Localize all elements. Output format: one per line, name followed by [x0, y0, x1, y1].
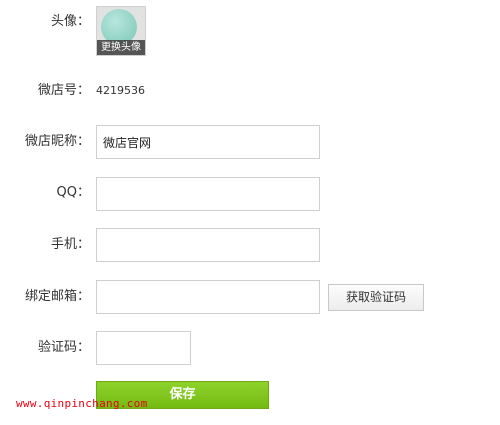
shop-name-input[interactable]	[96, 125, 320, 159]
email-input[interactable]	[96, 280, 320, 314]
qq-label: QQ：	[56, 185, 90, 200]
avatar[interactable]: 更换头像	[96, 6, 146, 56]
get-verification-code-button[interactable]: 获取验证码	[328, 284, 424, 311]
watermark: www.qinpinchang.com	[16, 397, 148, 410]
email-label: 绑定邮箱：	[24, 289, 90, 304]
shop-name-label: 微店昵称：	[24, 134, 90, 149]
shop-id-value: 4219536	[96, 84, 145, 97]
verify-code-input[interactable]	[96, 331, 191, 365]
shop-id-label: 微店号：	[37, 83, 90, 98]
phone-label: 手机：	[50, 237, 90, 252]
verify-code-label: 验证码：	[37, 340, 90, 355]
avatar-label: 头像：	[50, 14, 90, 29]
change-avatar-button[interactable]: 更换头像	[97, 40, 145, 55]
qq-input[interactable]	[96, 177, 320, 211]
phone-input[interactable]	[96, 228, 320, 262]
